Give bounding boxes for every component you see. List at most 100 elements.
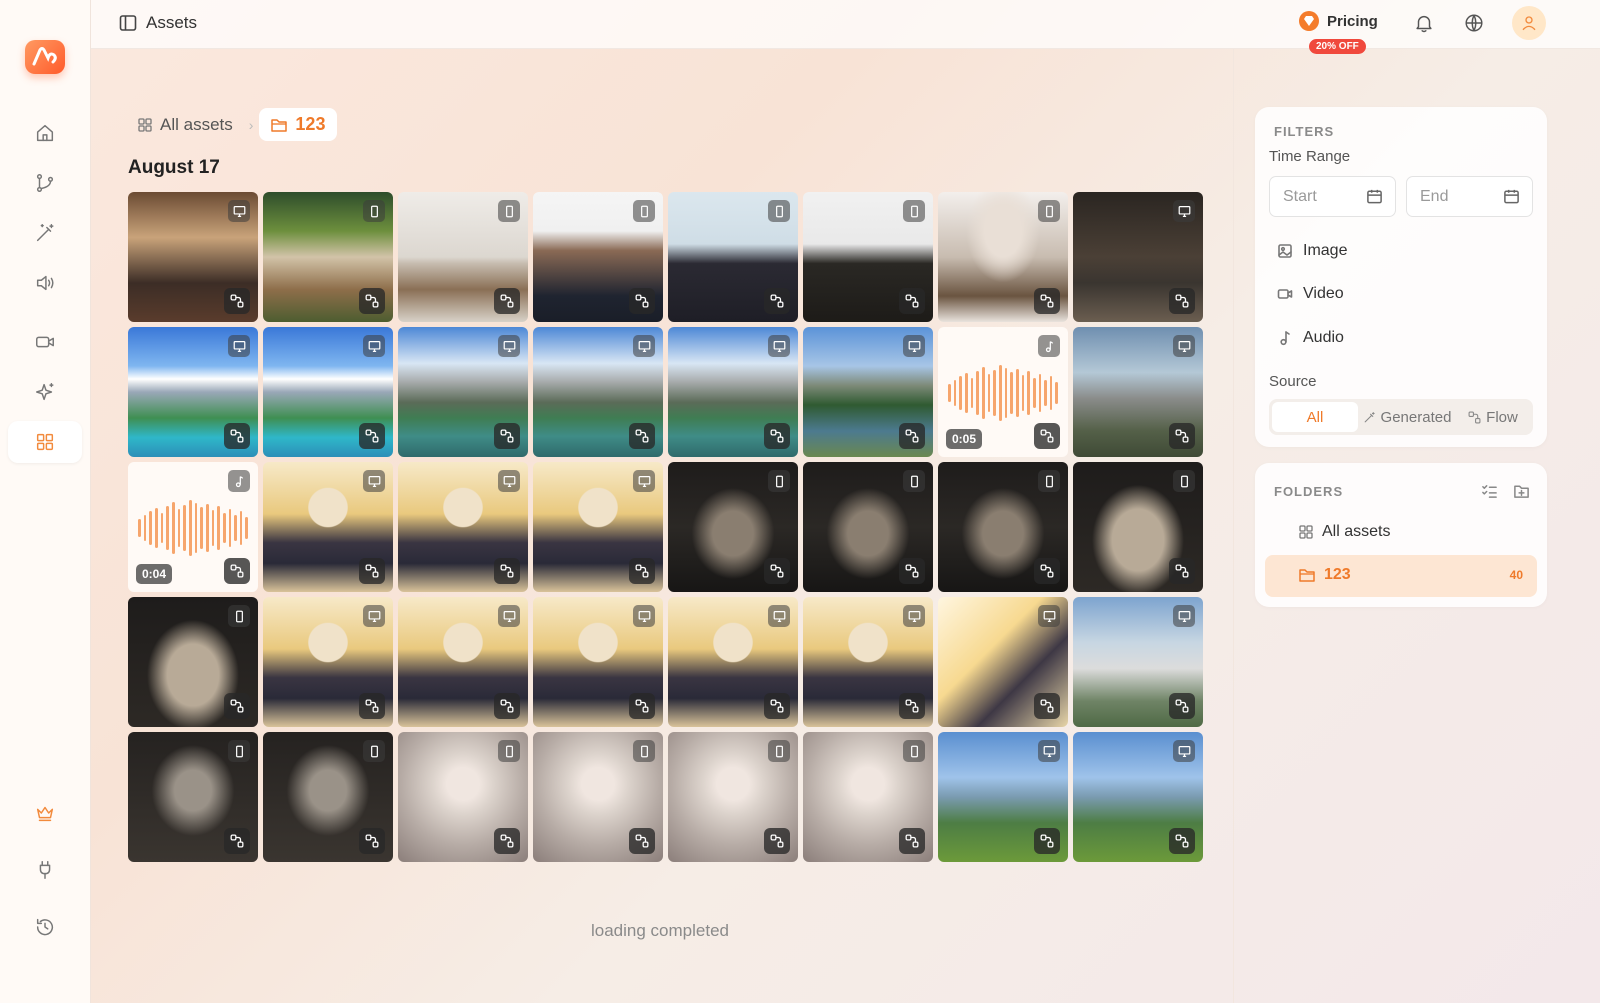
asset-tile[interactable] (938, 597, 1068, 727)
sidebar-item-assets[interactable] (8, 421, 82, 463)
user-avatar[interactable] (1512, 6, 1546, 40)
sidebar-item-video[interactable] (8, 321, 82, 363)
sidebar-item-plugins[interactable] (8, 849, 82, 891)
flow-link-icon[interactable] (224, 828, 250, 854)
app-logo-icon[interactable] (25, 40, 65, 74)
audio-asset-tile[interactable]: 0:05 (938, 327, 1068, 457)
flow-link-icon[interactable] (899, 693, 925, 719)
source-option-generated[interactable]: Generated (1358, 402, 1456, 432)
flow-link-icon[interactable] (224, 693, 250, 719)
asset-tile[interactable] (398, 597, 528, 727)
flow-link-icon[interactable] (359, 423, 385, 449)
flow-link-icon[interactable] (1169, 288, 1195, 314)
flow-link-icon[interactable] (629, 828, 655, 854)
asset-tile[interactable] (263, 597, 393, 727)
filter-type-image[interactable]: Image (1277, 242, 1347, 260)
asset-tile[interactable] (263, 327, 393, 457)
flow-link-icon[interactable] (494, 423, 520, 449)
flow-link-icon[interactable] (629, 558, 655, 584)
audio-asset-tile[interactable]: 0:04 (128, 462, 258, 592)
flow-link-icon[interactable] (764, 693, 790, 719)
flow-link-icon[interactable] (629, 693, 655, 719)
sidebar-item-home[interactable] (8, 112, 82, 154)
asset-tile[interactable] (668, 597, 798, 727)
asset-tile[interactable] (398, 462, 528, 592)
asset-tile[interactable] (398, 732, 528, 862)
notifications-button[interactable] (1413, 12, 1435, 34)
flow-link-icon[interactable] (359, 288, 385, 314)
asset-tile[interactable] (1073, 192, 1203, 322)
flow-link-icon[interactable] (359, 693, 385, 719)
asset-tile[interactable] (668, 462, 798, 592)
asset-tile[interactable] (533, 192, 663, 322)
flow-link-icon[interactable] (764, 828, 790, 854)
asset-tile[interactable] (128, 732, 258, 862)
pricing-button[interactable]: Pricing (1299, 11, 1378, 31)
flow-link-icon[interactable] (224, 558, 250, 584)
asset-tile[interactable] (398, 192, 528, 322)
flow-link-icon[interactable] (224, 423, 250, 449)
sidebar-item-premium[interactable] (8, 792, 82, 834)
new-folder-button[interactable] (1513, 483, 1530, 500)
asset-tile[interactable] (1073, 597, 1203, 727)
flow-link-icon[interactable] (764, 558, 790, 584)
flow-link-icon[interactable] (1169, 558, 1195, 584)
sidebar-item-sparkle[interactable] (8, 371, 82, 413)
asset-tile[interactable] (533, 597, 663, 727)
asset-tile[interactable] (803, 192, 933, 322)
filter-type-video[interactable]: Video (1277, 285, 1344, 303)
asset-tile[interactable] (128, 597, 258, 727)
asset-tile[interactable] (533, 462, 663, 592)
asset-tile[interactable] (263, 732, 393, 862)
flow-link-icon[interactable] (1034, 828, 1060, 854)
flow-link-icon[interactable] (764, 288, 790, 314)
flow-link-icon[interactable] (629, 423, 655, 449)
filter-type-audio[interactable]: Audio (1277, 329, 1344, 347)
flow-link-icon[interactable] (1169, 693, 1195, 719)
source-option-flow[interactable]: Flow (1456, 402, 1530, 432)
asset-tile[interactable] (938, 192, 1068, 322)
breadcrumb-all-assets[interactable]: All assets (128, 109, 243, 141)
flow-link-icon[interactable] (1169, 423, 1195, 449)
asset-tile[interactable] (398, 327, 528, 457)
asset-tile[interactable] (1073, 462, 1203, 592)
sidebar-item-magic[interactable] (8, 212, 82, 254)
sidebar-item-history[interactable] (8, 906, 82, 948)
asset-tile[interactable] (938, 732, 1068, 862)
start-date-input[interactable]: Start (1269, 176, 1396, 217)
folder-item-all-assets[interactable]: All assets (1299, 523, 1390, 541)
flow-link-icon[interactable] (899, 288, 925, 314)
asset-tile[interactable] (533, 732, 663, 862)
flow-link-icon[interactable] (629, 288, 655, 314)
asset-tile[interactable] (263, 462, 393, 592)
flow-link-icon[interactable] (1034, 423, 1060, 449)
asset-tile[interactable] (668, 192, 798, 322)
flow-link-icon[interactable] (899, 558, 925, 584)
flow-link-icon[interactable] (359, 828, 385, 854)
flow-link-icon[interactable] (1169, 828, 1195, 854)
asset-tile[interactable] (803, 597, 933, 727)
sidebar-item-workflow[interactable] (8, 162, 82, 204)
select-folders-button[interactable] (1481, 483, 1498, 500)
language-button[interactable] (1463, 12, 1485, 34)
asset-tile[interactable] (128, 192, 258, 322)
flow-link-icon[interactable] (764, 423, 790, 449)
sidebar-toggle-icon[interactable] (119, 14, 137, 32)
asset-tile[interactable] (263, 192, 393, 322)
asset-tile[interactable] (803, 462, 933, 592)
source-option-all[interactable]: All (1272, 402, 1358, 432)
asset-tile[interactable] (668, 732, 798, 862)
asset-tile[interactable] (803, 732, 933, 862)
end-date-input[interactable]: End (1406, 176, 1533, 217)
asset-tile[interactable] (128, 327, 258, 457)
flow-link-icon[interactable] (359, 558, 385, 584)
flow-link-icon[interactable] (494, 288, 520, 314)
asset-tile[interactable] (803, 327, 933, 457)
flow-link-icon[interactable] (899, 423, 925, 449)
flow-link-icon[interactable] (1034, 558, 1060, 584)
flow-link-icon[interactable] (224, 288, 250, 314)
flow-link-icon[interactable] (494, 828, 520, 854)
flow-link-icon[interactable] (1034, 693, 1060, 719)
asset-tile[interactable] (1073, 327, 1203, 457)
asset-tile[interactable] (938, 462, 1068, 592)
